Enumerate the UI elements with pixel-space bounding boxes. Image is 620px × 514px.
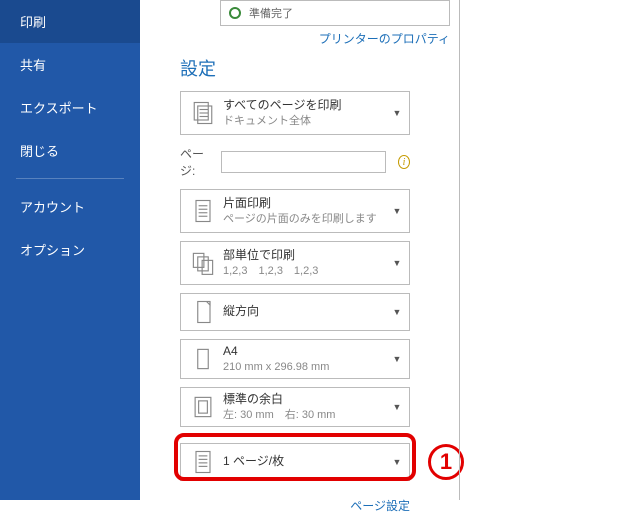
- setting-sub: ページの片面のみを印刷します: [223, 212, 391, 226]
- setting-title: 標準の余白: [223, 392, 391, 408]
- portrait-icon: [187, 298, 219, 326]
- setting-title: 1 ページ/枚: [223, 454, 391, 470]
- setting-margins[interactable]: 標準の余白 左: 30 mm 右: 30 mm ▼: [180, 387, 410, 427]
- sidebar-item-account[interactable]: アカウント: [0, 185, 140, 228]
- setting-sub: 左: 30 mm 右: 30 mm: [223, 408, 391, 422]
- settings-column: すべてのページを印刷 ドキュメント全体 ▼ ページ: i 片面印刷 ページの片面…: [180, 87, 620, 514]
- sidebar-divider: [16, 178, 124, 179]
- pages-stack-icon: [187, 99, 219, 127]
- printer-status-box[interactable]: 準備完了: [220, 0, 450, 26]
- setting-title: 片面印刷: [223, 196, 391, 212]
- margins-icon: [187, 393, 219, 421]
- setting-one-sided[interactable]: 片面印刷 ページの片面のみを印刷します ▼: [180, 189, 410, 233]
- sidebar-item-share[interactable]: 共有: [0, 43, 140, 86]
- sidebar-item-print[interactable]: 印刷: [0, 0, 140, 43]
- sidebar-item-options[interactable]: オプション: [0, 228, 140, 271]
- chevron-down-icon: ▼: [391, 108, 403, 118]
- printer-properties-link[interactable]: プリンターのプロパティ: [319, 32, 450, 46]
- chevron-down-icon: ▼: [391, 307, 403, 317]
- setting-title: 部単位で印刷: [223, 248, 391, 264]
- sidebar-item-label: 閉じる: [20, 144, 59, 159]
- chevron-down-icon: ▼: [391, 258, 403, 268]
- chevron-down-icon: ▼: [391, 354, 403, 364]
- setting-title: すべてのページを印刷: [223, 98, 391, 114]
- printer-ready-icon: [229, 7, 241, 19]
- pages-input[interactable]: [221, 151, 386, 173]
- paper-size-icon: [187, 345, 219, 373]
- setting-sub: ドキュメント全体: [223, 114, 391, 128]
- sidebar-item-close[interactable]: 閉じる: [0, 129, 140, 172]
- sidebar-item-label: 共有: [20, 58, 46, 73]
- sidebar: 印刷 共有 エクスポート 閉じる アカウント オプション: [0, 0, 140, 500]
- main-panel: 準備完了 プリンターのプロパティ 設定 すべてのページを印刷 ドキュメント全体 …: [140, 0, 620, 500]
- setting-title: A4: [223, 344, 391, 360]
- settings-title: 設定: [180, 55, 620, 81]
- chevron-down-icon: ▼: [391, 457, 403, 467]
- pages-row: ページ: i: [180, 145, 410, 179]
- setting-title: 縦方向: [223, 304, 391, 320]
- setting-orientation[interactable]: 縦方向 ▼: [180, 293, 410, 331]
- chevron-down-icon: ▼: [391, 206, 403, 216]
- chevron-down-icon: ▼: [391, 402, 403, 412]
- info-icon[interactable]: i: [398, 155, 410, 169]
- page-setup-link[interactable]: ページ設定: [350, 499, 410, 513]
- page-per-sheet-icon: [187, 448, 219, 476]
- sidebar-item-label: 印刷: [20, 15, 46, 30]
- setting-sub: 210 mm x 296.98 mm: [223, 360, 391, 374]
- collate-icon: [187, 249, 219, 277]
- preview-divider: [459, 0, 460, 500]
- sidebar-item-export[interactable]: エクスポート: [0, 86, 140, 129]
- setting-pages-per-sheet[interactable]: 1 ページ/枚 ▼: [180, 443, 410, 481]
- sidebar-item-label: エクスポート: [20, 101, 98, 116]
- setting-print-all-pages[interactable]: すべてのページを印刷 ドキュメント全体 ▼: [180, 91, 410, 135]
- highlighted-row: 1 ページ/枚 ▼ 1: [180, 439, 620, 485]
- printer-properties-link-row: プリンターのプロパティ: [220, 30, 450, 47]
- setting-sub: 1,2,3 1,2,3 1,2,3: [223, 264, 391, 278]
- pages-label: ページ:: [180, 145, 213, 179]
- sidebar-item-label: アカウント: [20, 200, 85, 215]
- single-page-icon: [187, 197, 219, 225]
- sidebar-item-label: オプション: [20, 243, 85, 258]
- setting-paper-size[interactable]: A4 210 mm x 296.98 mm ▼: [180, 339, 410, 379]
- setting-collated[interactable]: 部単位で印刷 1,2,3 1,2,3 1,2,3 ▼: [180, 241, 410, 285]
- printer-status-text: 準備完了: [249, 5, 293, 21]
